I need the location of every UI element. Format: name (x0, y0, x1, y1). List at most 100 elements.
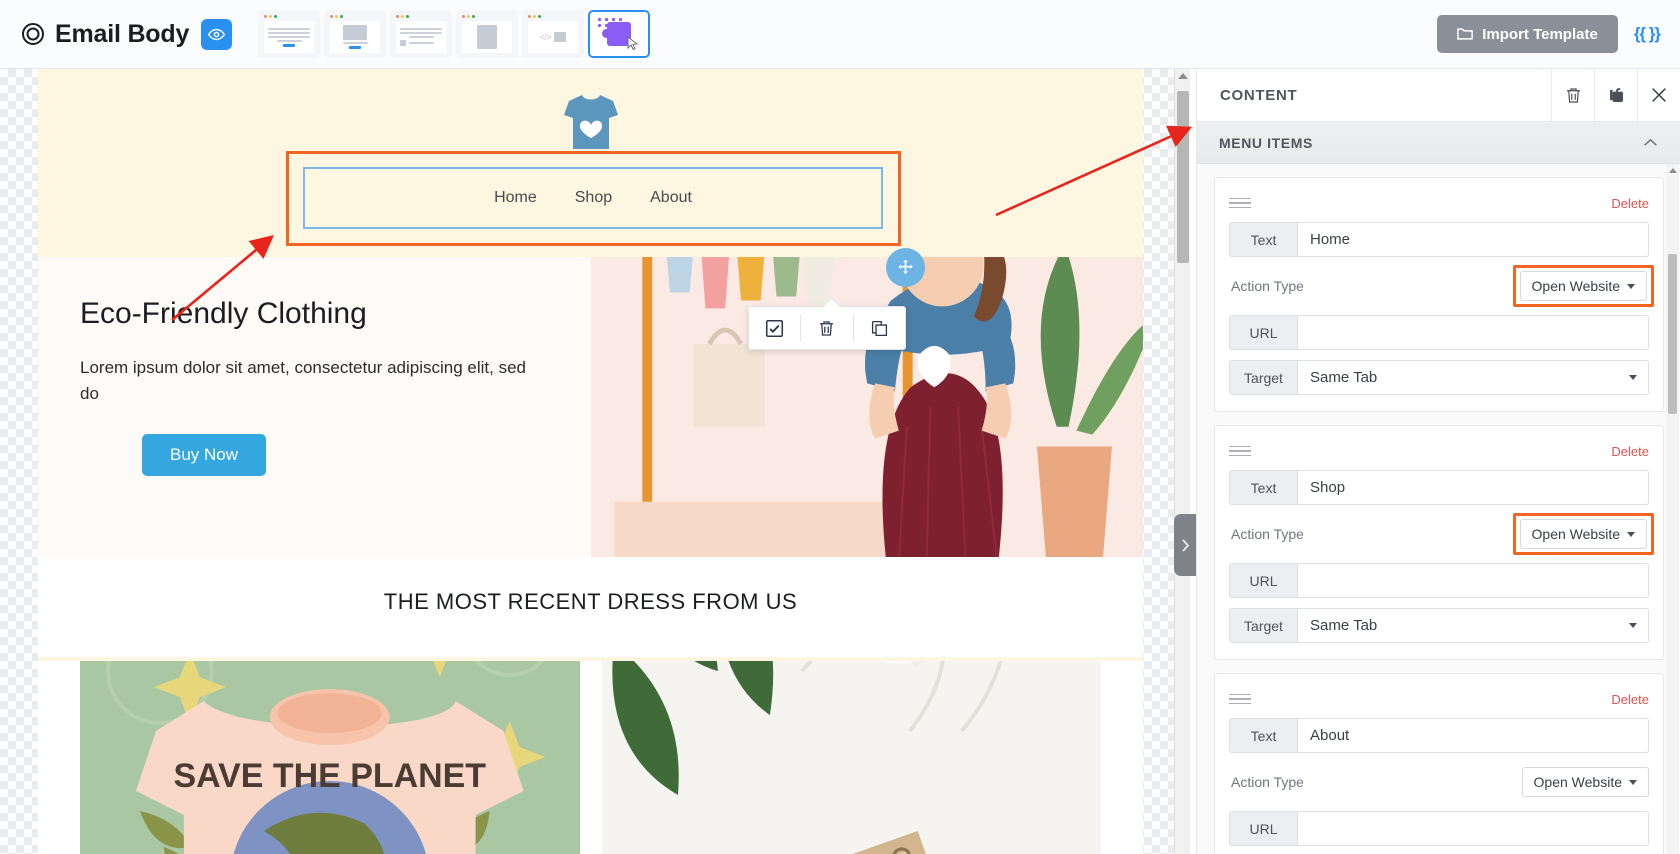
merge-tags-button[interactable]: {{ }} (1634, 24, 1661, 44)
action-type-dropdown[interactable]: Open Website (1519, 271, 1647, 301)
chevron-down-icon[interactable] (1618, 609, 1648, 642)
nav-link-home[interactable]: Home (494, 189, 537, 207)
move-arrows-icon[interactable] (886, 248, 925, 287)
url-input[interactable] (1298, 564, 1648, 597)
chevron-up-icon[interactable] (1643, 138, 1658, 147)
target-field-label: Target (1230, 609, 1298, 642)
menu-item-url-field[interactable]: URL (1229, 563, 1649, 598)
menu-item-card-header: Delete (1229, 687, 1649, 711)
url-input[interactable] (1298, 316, 1648, 349)
template-thumbnails: </> (258, 10, 651, 58)
menu-item-target-field[interactable]: Target (1229, 360, 1649, 395)
scroll-up-arrow-icon[interactable] (1177, 73, 1188, 79)
import-template-button[interactable]: Import Template (1437, 15, 1618, 53)
checkbox-checked-icon[interactable] (749, 307, 800, 349)
puzzle-cursor-icon (595, 16, 643, 52)
target-select[interactable] (1298, 361, 1618, 394)
text-input[interactable] (1298, 223, 1648, 256)
target-select[interactable] (1298, 609, 1618, 642)
menu-item-url-field[interactable]: URL (1229, 315, 1649, 350)
panel-header: CONTENT (1197, 68, 1680, 122)
thumb-text-block-template[interactable] (258, 10, 321, 58)
menu-item-target-field[interactable]: Target (1229, 608, 1649, 643)
text-field-label: Text (1230, 719, 1298, 752)
chevron-down-icon (1627, 283, 1635, 289)
window-dots-icon (264, 15, 314, 18)
email-nav-block[interactable]: Home Shop About (303, 167, 883, 229)
eye-icon[interactable] (201, 18, 233, 50)
code-layout-icon: </> (528, 21, 579, 53)
section-band: THE MOST RECENT DRESS FROM US (38, 557, 1143, 657)
delete-content-button[interactable] (1551, 68, 1594, 122)
canvas-scrollbar-thumb[interactable] (1177, 91, 1189, 263)
panel-scrollbar-thumb[interactable] (1668, 254, 1677, 414)
action-type-dropdown[interactable]: Open Website (1521, 767, 1649, 797)
delete-menu-item-button[interactable]: Delete (1611, 692, 1649, 707)
trash-icon (1566, 87, 1580, 103)
trash-icon[interactable] (801, 307, 852, 349)
page-title: Email Body (55, 19, 190, 48)
paragraph-layout-icon (396, 21, 447, 53)
panel-scrollbar[interactable] (1666, 164, 1679, 854)
nav-link-shop[interactable]: Shop (575, 189, 612, 207)
window-dots-icon (462, 15, 512, 18)
close-panel-button[interactable] (1637, 68, 1680, 122)
drag-handle-icon[interactable] (1229, 693, 1251, 705)
menu-item-text-field[interactable]: Text (1229, 470, 1649, 505)
topbar-right-actions: Import Template {{ }} (1437, 15, 1680, 53)
action-type-label: Action Type (1231, 278, 1304, 294)
import-template-label: Import Template (1482, 25, 1598, 43)
copy-icon (1609, 87, 1623, 102)
thumb-drag-drop-builder[interactable] (588, 10, 651, 58)
section-title: MENU ITEMS (1219, 134, 1313, 151)
menu-item-action-type-row: Action Type Open Website (1229, 763, 1649, 801)
menu-items-section-header[interactable]: MENU ITEMS (1197, 122, 1680, 164)
top-toolbar: Email Body </> Import Template {{}} (0, 0, 1680, 69)
thumb-image-block-template[interactable] (324, 10, 387, 58)
panel-collapse-tab[interactable] (1174, 514, 1196, 576)
url-field-label: URL (1230, 812, 1298, 845)
delete-menu-item-button[interactable]: Delete (1611, 444, 1649, 459)
svg-text:SAVE THE PLANET: SAVE THE PLANET (173, 757, 486, 795)
delete-menu-item-button[interactable]: Delete (1611, 196, 1649, 211)
menu-item-text-field[interactable]: Text (1229, 222, 1649, 257)
action-type-highlight: Open Website (1512, 265, 1654, 307)
email-builder-app: Email Body </> Import Template {{}} Hom… (0, 0, 1680, 854)
folder-icon (1457, 28, 1474, 40)
drag-handle-icon[interactable] (1229, 445, 1251, 457)
duplicate-content-button[interactable] (1594, 68, 1637, 122)
window-dots-icon (396, 15, 446, 18)
drag-handle-icon[interactable] (1229, 197, 1251, 209)
action-type-label: Action Type (1231, 774, 1304, 790)
email-body-canvas[interactable]: Home Shop About Eco-Friendly Clothing Lo… (38, 69, 1143, 854)
action-type-dropdown[interactable]: Open Website (1519, 519, 1647, 549)
menu-item-text-field[interactable]: Text (1229, 718, 1649, 753)
menu-item-card: Delete Text Action Type Open Website (1214, 425, 1664, 660)
menu-item-action-type-row: Action Type Open Website (1229, 513, 1654, 555)
hero-illustration (590, 257, 1143, 557)
copy-icon[interactable] (854, 307, 905, 349)
text-input[interactable] (1298, 471, 1648, 504)
scroll-up-arrow-icon[interactable] (1668, 168, 1677, 173)
thumb-document-template[interactable] (456, 10, 519, 58)
thumb-html-code-template[interactable]: </> (522, 10, 585, 58)
product-grid: SAVE THE PLANET SHOP SUSTAINABLE (38, 661, 1143, 854)
t-shirt-heart-logo (563, 95, 618, 149)
url-field-label: URL (1230, 316, 1298, 349)
target-circle-icon (22, 23, 44, 45)
menu-item-card-header: Delete (1229, 439, 1649, 463)
document-icon (462, 21, 513, 53)
product-save-the-planet-tshirt[interactable]: SAVE THE PLANET SHOP SUSTAINABLE (80, 661, 580, 854)
nav-link-about[interactable]: About (650, 189, 692, 207)
chevron-down-icon[interactable] (1618, 361, 1648, 394)
menu-item-url-field[interactable]: URL (1229, 811, 1649, 846)
url-input[interactable] (1298, 812, 1648, 845)
buy-now-button[interactable]: Buy Now (142, 433, 267, 476)
canvas-scrollbar[interactable] (1174, 69, 1190, 854)
text-layout-icon (264, 21, 315, 53)
thumb-text-list-template[interactable] (390, 10, 453, 58)
chevron-down-icon (1629, 779, 1637, 785)
text-input[interactable] (1298, 719, 1648, 752)
window-dots-icon (528, 15, 578, 18)
product-white-shirt-with-tag[interactable] (601, 661, 1101, 854)
